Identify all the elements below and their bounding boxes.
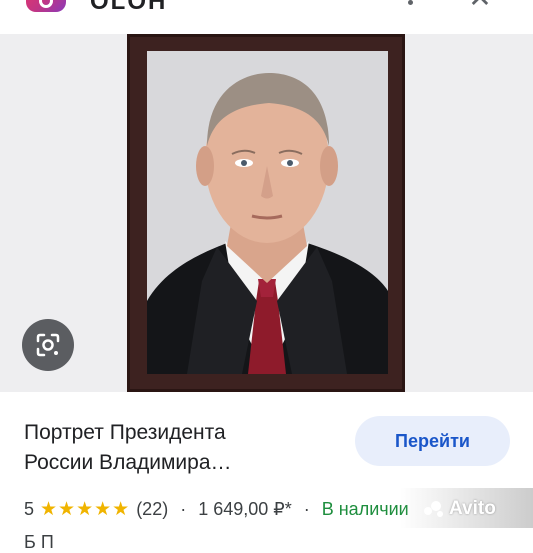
more-vert-icon[interactable] (402, 0, 418, 10)
price: 1 649,00 ₽* (198, 498, 292, 519)
rating-stars: ★★★★★ (40, 498, 131, 520)
google-lens-button[interactable] (22, 319, 74, 371)
product-title[interactable]: Портрет Президента России Владимира… (24, 418, 324, 478)
avito-watermark: Avito (423, 496, 496, 522)
google-lens-icon (36, 333, 60, 357)
product-meta: 5 ★★★★★ (22) · 1 649,00 ₽* · В наличии (24, 496, 409, 522)
avito-watermark-text: Avito (449, 498, 496, 519)
review-count: (22) (136, 498, 169, 519)
app-name: OLOH (90, 0, 168, 15)
image-preview[interactable] (0, 34, 533, 392)
top-bar: OLOH ✕ (0, 0, 533, 34)
app-icon[interactable] (26, 0, 66, 12)
portrait-illustration (147, 51, 388, 374)
go-button[interactable]: Перейти (355, 416, 510, 466)
product-details: Портрет Президента России Владимира… Пер… (0, 392, 533, 552)
product-title-line1: Портрет Президента (24, 421, 226, 444)
stock-status: В наличии (321, 498, 409, 519)
product-title-line2: России Владимира… (24, 451, 232, 474)
separator-dot: · (180, 498, 187, 519)
next-line-partial: Б П (24, 532, 54, 552)
separator-dot: · (303, 498, 310, 519)
avito-logo-icon (424, 501, 443, 517)
rating-value: 5 (24, 498, 35, 519)
picture-frame (127, 34, 405, 392)
close-icon[interactable]: ✕ (466, 0, 494, 12)
portrait-photo (147, 51, 388, 374)
